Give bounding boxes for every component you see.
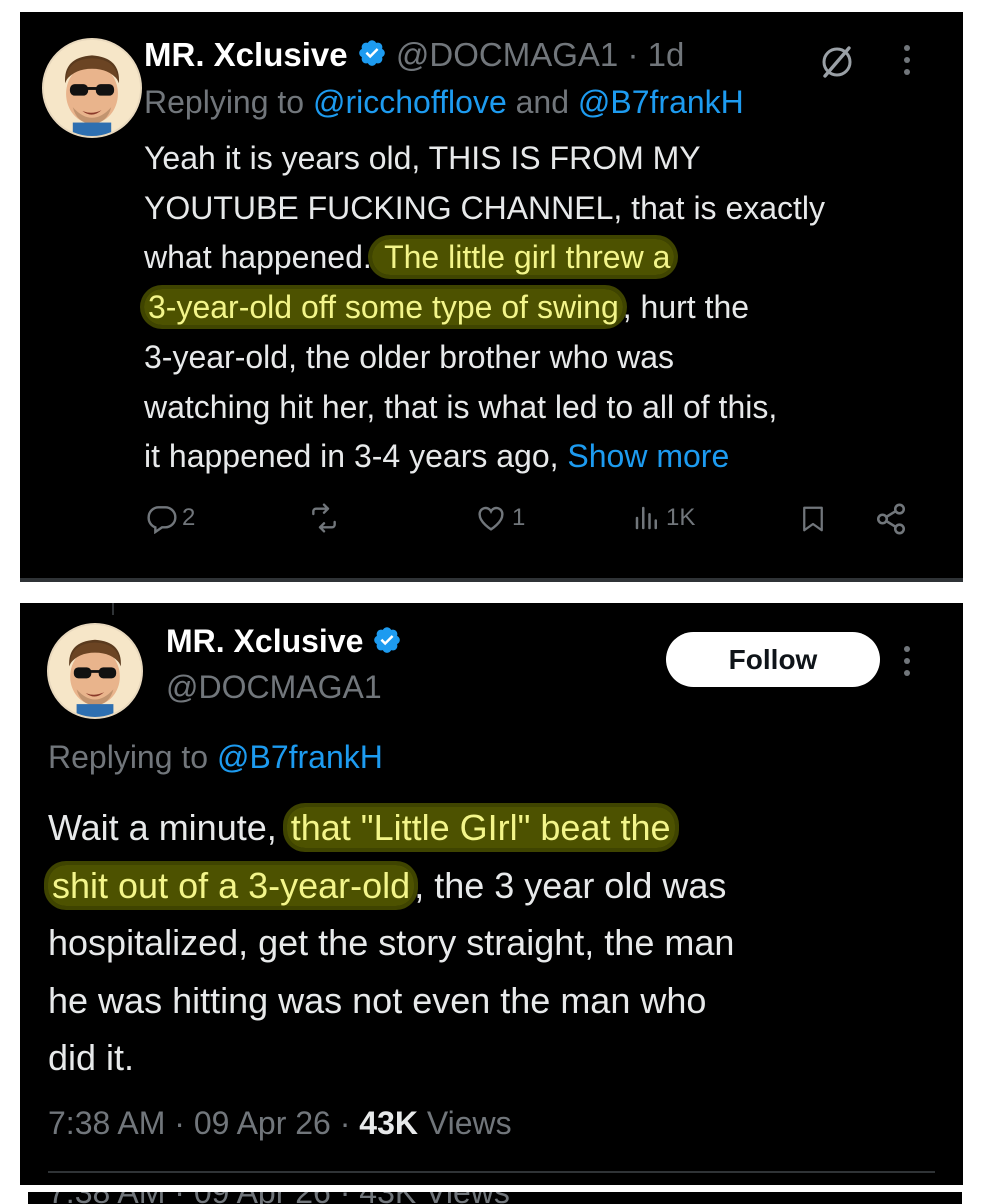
body-line: it happened in 3-4 years ago, Show more bbox=[144, 432, 944, 482]
display-name[interactable]: MR. Xclusive bbox=[144, 36, 348, 73]
timestamp[interactable]: · 1d bbox=[627, 36, 684, 73]
highlight-mark: shit out of a 3-year-old bbox=[48, 864, 415, 906]
replying-and: and bbox=[506, 84, 578, 120]
body-line: what happened. The little girl threw a bbox=[144, 233, 944, 283]
body-line: he was hitting was not even the man who bbox=[48, 979, 707, 1021]
thread-connector bbox=[112, 603, 114, 615]
tweet-header: MR. Xclusive @DOCMAGA1 · 1d bbox=[144, 36, 684, 76]
display-name[interactable]: MR. Xclusive bbox=[166, 623, 363, 659]
bookmark-icon bbox=[798, 502, 828, 536]
more-icon[interactable] bbox=[902, 40, 912, 85]
avatar[interactable] bbox=[47, 623, 143, 719]
views-count: 43K bbox=[359, 1105, 418, 1141]
body-line: shit out of a 3-year-old, the 3 year old… bbox=[48, 857, 938, 915]
body-line: hospitalized, get the story straight, th… bbox=[48, 922, 735, 963]
views-icon bbox=[632, 502, 662, 534]
share-button[interactable] bbox=[874, 502, 908, 536]
avatar[interactable] bbox=[42, 38, 142, 138]
partial-meta: 7:38 AM · 09 Apr 26 · 43K Views bbox=[48, 1192, 510, 1204]
timestamp[interactable]: 7:38 AM · 09 Apr 26 · bbox=[48, 1105, 359, 1141]
body-line: did it. bbox=[48, 1037, 135, 1078]
replying-prefix: Replying to bbox=[144, 84, 313, 120]
body-line: 3-year-old off some type of swing, hurt … bbox=[144, 283, 944, 333]
body-text: Wait a minute, bbox=[48, 807, 287, 848]
tweet-card-1: MR. Xclusive @DOCMAGA1 · 1d Replying to … bbox=[20, 12, 963, 582]
bookmark-button[interactable] bbox=[798, 502, 828, 536]
highlight-mark: The little girl threw a bbox=[371, 239, 675, 276]
reply-button[interactable]: 2 bbox=[146, 502, 195, 534]
tweet-card-2: MR. Xclusive @DOCMAGA1 Follow Replying t… bbox=[20, 603, 963, 1185]
handle[interactable]: @DOCMAGA1 bbox=[396, 36, 618, 73]
tweet-body: Wait a minute, that "Little GIrl" beat t… bbox=[48, 799, 938, 1087]
highlight-mark: that "Little GIrl" beat the bbox=[286, 807, 675, 848]
body-line: watching hit her, that is what led to al… bbox=[144, 388, 778, 425]
tweet-header: MR. Xclusive bbox=[166, 623, 402, 663]
replying-to: Replying to @ricchofflove and @B7frankH bbox=[144, 84, 744, 121]
reply-mention-1[interactable]: @ricchofflove bbox=[313, 84, 507, 120]
tweet-meta: 7:38 AM · 09 Apr 26 · 43K Views bbox=[48, 1105, 512, 1142]
body-line: Yeah it is years old, THIS IS FROM MY bbox=[144, 140, 701, 176]
reply-icon bbox=[146, 502, 178, 534]
reply-count: 2 bbox=[182, 504, 196, 531]
divider bbox=[48, 1171, 935, 1173]
follow-button[interactable]: Follow bbox=[666, 632, 880, 687]
views-button[interactable]: 1K bbox=[632, 502, 695, 534]
tweet-card-3-partial: 7:38 AM · 09 Apr 26 · 43K Views bbox=[28, 1192, 962, 1204]
grok-icon[interactable] bbox=[817, 42, 857, 87]
like-button[interactable]: 1 bbox=[474, 502, 525, 534]
like-icon bbox=[474, 502, 508, 534]
divider bbox=[20, 578, 963, 582]
body-text: what happened. bbox=[144, 239, 372, 276]
views-count: 1K bbox=[666, 504, 696, 531]
body-text: it happened in 3-4 years ago, bbox=[144, 438, 568, 475]
tweet-body: Yeah it is years old, THIS IS FROM MY YO… bbox=[144, 134, 944, 482]
verified-badge-icon bbox=[357, 38, 387, 76]
action-bar: 2 1 1K bbox=[20, 502, 963, 552]
highlight-mark: 3-year-old off some type of swing bbox=[144, 289, 623, 326]
body-line: YOUTUBE FUCKING CHANNEL, that is exactly bbox=[144, 189, 826, 226]
replying-to: Replying to @B7frankH bbox=[48, 739, 383, 776]
more-icon[interactable] bbox=[902, 641, 912, 686]
like-count: 1 bbox=[512, 504, 526, 531]
reply-mention-2[interactable]: @B7frankH bbox=[578, 84, 744, 120]
body-text: , the 3 year old was bbox=[414, 864, 727, 906]
replying-prefix: Replying to bbox=[48, 739, 217, 775]
body-line: Wait a minute, that "Little GIrl" beat t… bbox=[48, 799, 938, 857]
repost-button[interactable] bbox=[306, 502, 342, 534]
show-more-link[interactable]: Show more bbox=[567, 438, 729, 474]
verified-badge-icon bbox=[372, 625, 402, 663]
body-text: , hurt the bbox=[622, 289, 750, 326]
reply-mention[interactable]: @B7frankH bbox=[217, 739, 383, 775]
handle[interactable]: @DOCMAGA1 bbox=[166, 669, 382, 706]
body-line: 3-year-old, the older brother who was bbox=[144, 338, 675, 375]
views-label: Views bbox=[417, 1105, 512, 1141]
repost-icon bbox=[306, 502, 342, 534]
share-icon bbox=[874, 502, 908, 536]
